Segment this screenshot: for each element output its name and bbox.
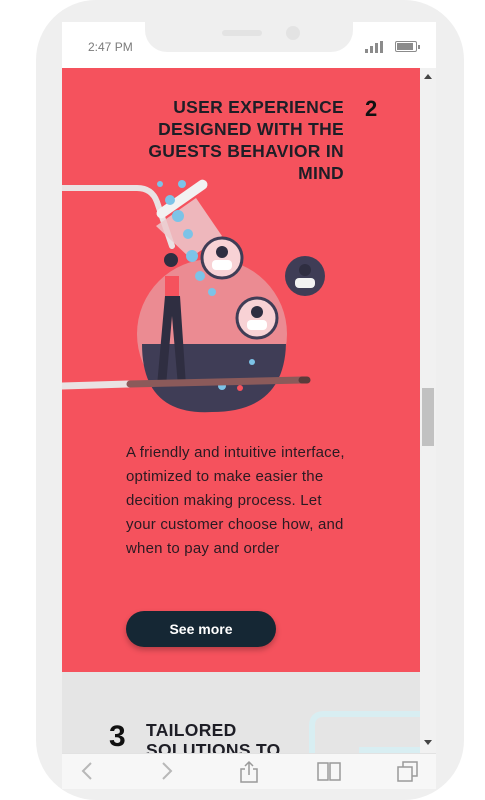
lab-flask-illustration [62, 179, 325, 413]
speaker-icon [222, 30, 262, 36]
phone-screen: 2:47 PM 2 USER EXPERIENCE DESIGNED WITH … [62, 22, 436, 789]
step-number: 2 [365, 96, 378, 121]
see-more-button[interactable]: See more [126, 611, 276, 647]
back-arrow-icon[interactable] [80, 760, 94, 782]
browser-toolbar [62, 753, 436, 789]
scroll-thumb[interactable] [422, 388, 434, 446]
next-step-number: 3 [109, 720, 126, 753]
scrollbar[interactable] [420, 68, 436, 753]
feature-description: A friendly and intuitive interface, opti… [126, 444, 345, 557]
scroll-up-arrow-icon[interactable] [424, 74, 432, 79]
feature-section: 2 USER EXPERIENCE DESIGNED WITH THE GUES… [62, 68, 420, 672]
share-icon[interactable] [238, 760, 260, 784]
signal-icon [365, 41, 385, 53]
battery-icon [395, 41, 420, 52]
scroll-down-arrow-icon[interactable] [424, 740, 432, 745]
tabs-icon[interactable] [396, 760, 420, 784]
feature-title: USER EXPERIENCE DESIGNED WITH THE GUESTS… [148, 97, 344, 183]
forward-arrow-icon[interactable] [160, 760, 174, 782]
camera-icon [286, 26, 300, 40]
status-bar: 2:47 PM [62, 22, 436, 68]
phone-notch [145, 22, 353, 52]
status-time: 2:47 PM [88, 40, 133, 54]
bookmarks-icon[interactable] [316, 760, 342, 782]
